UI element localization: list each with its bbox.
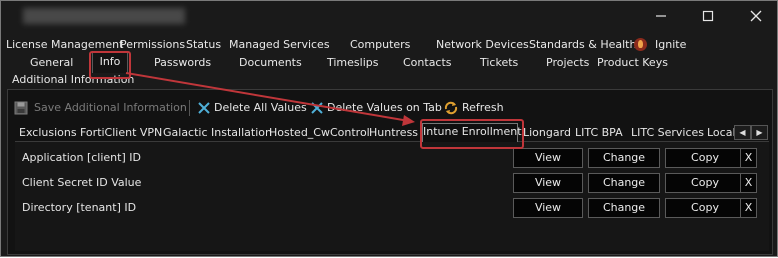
application-window: License Management Permissions Status Ma… bbox=[0, 0, 778, 257]
copy-button[interactable]: Copy bbox=[665, 148, 745, 168]
sub-tabs: Exclusions FortiClient VPN Galactic Inst… bbox=[15, 123, 769, 142]
window-title-redacted bbox=[23, 8, 185, 24]
save-label: Save Additional Information bbox=[34, 101, 187, 114]
ignite-flame-icon bbox=[634, 38, 647, 51]
maximize-button[interactable] bbox=[693, 5, 723, 27]
highlight-intune-tab bbox=[420, 119, 524, 149]
subtab-liongard[interactable]: Liongard bbox=[523, 125, 571, 141]
delete-tab-label: Delete Values on Tab bbox=[327, 101, 442, 114]
subtab-huntress[interactable]: Huntress bbox=[369, 125, 418, 141]
row-label: Directory [tenant] ID bbox=[22, 201, 137, 214]
clear-value-button[interactable]: X bbox=[740, 148, 757, 168]
subtab-litc-services[interactable]: LITC Services bbox=[631, 125, 704, 141]
tab-managed-services[interactable]: Managed Services bbox=[229, 36, 330, 53]
copy-button[interactable]: Copy bbox=[665, 198, 745, 218]
tab-tickets[interactable]: Tickets bbox=[480, 54, 518, 71]
view-button[interactable]: View bbox=[513, 173, 583, 193]
tab-status[interactable]: Status bbox=[186, 36, 221, 53]
change-button[interactable]: Change bbox=[588, 198, 660, 218]
tab-standards-health[interactable]: Standards & Health bbox=[529, 36, 636, 53]
subtab-galactic-installation[interactable]: Galactic Installation bbox=[163, 125, 272, 141]
tab-general[interactable]: General bbox=[30, 54, 73, 71]
scroll-right-arrow[interactable]: ▶ bbox=[751, 125, 768, 140]
tab-ignite-label: Ignite bbox=[655, 38, 687, 51]
clear-value-button[interactable]: X bbox=[740, 173, 757, 193]
subtab-forticlient-vpn[interactable]: FortiClient VPN bbox=[80, 125, 162, 141]
tab-permissions[interactable]: Permissions bbox=[120, 36, 185, 53]
tab-projects[interactable]: Projects bbox=[546, 54, 589, 71]
subtab-exclusions[interactable]: Exclusions bbox=[19, 125, 77, 141]
subtab-local[interactable]: Local bbox=[707, 125, 735, 141]
refresh-label: Refresh bbox=[462, 101, 504, 114]
clear-value-button[interactable]: X bbox=[740, 198, 757, 218]
tab-contacts[interactable]: Contacts bbox=[403, 54, 452, 71]
delete-all-label: Delete All Values bbox=[214, 101, 307, 114]
row-label: Client Secret ID Value bbox=[22, 176, 142, 189]
subtab-litc-bpa[interactable]: LITC BPA bbox=[575, 125, 623, 141]
change-button[interactable]: Change bbox=[588, 148, 660, 168]
view-button[interactable]: View bbox=[513, 148, 583, 168]
view-button[interactable]: View bbox=[513, 198, 583, 218]
toolbar-separator bbox=[189, 100, 190, 116]
tab-computers[interactable]: Computers bbox=[350, 36, 410, 53]
change-button[interactable]: Change bbox=[588, 173, 660, 193]
delete-x-icon bbox=[311, 102, 323, 114]
title-bar bbox=[1, 1, 777, 33]
refresh-icon bbox=[444, 101, 458, 115]
intune-enrollment-content: Application [client] ID View Change Copy… bbox=[15, 142, 769, 251]
save-icon bbox=[14, 101, 28, 115]
close-button[interactable] bbox=[741, 5, 771, 27]
delete-x-icon bbox=[198, 102, 210, 114]
subtab-hosted-cwcontrol[interactable]: Hosted_CwControl bbox=[269, 125, 370, 141]
tab-product-keys[interactable]: Product Keys bbox=[597, 54, 668, 71]
tab-network-devices[interactable]: Network Devices bbox=[436, 36, 529, 53]
maximize-icon bbox=[702, 10, 714, 22]
scroll-left-arrow[interactable]: ◀ bbox=[734, 125, 751, 140]
close-icon bbox=[750, 10, 762, 22]
minimize-button[interactable] bbox=[646, 5, 676, 27]
tab-timeslips[interactable]: Timeslips bbox=[327, 54, 378, 71]
minimize-icon bbox=[656, 15, 666, 17]
tab-passwords[interactable]: Passwords bbox=[154, 54, 211, 71]
row-label: Application [client] ID bbox=[22, 151, 141, 164]
tab-documents[interactable]: Documents bbox=[239, 54, 302, 71]
copy-button[interactable]: Copy bbox=[665, 173, 745, 193]
subtab-scroll-arrows: ◀ ▶ bbox=[734, 125, 768, 140]
highlight-info-tab bbox=[89, 51, 131, 79]
